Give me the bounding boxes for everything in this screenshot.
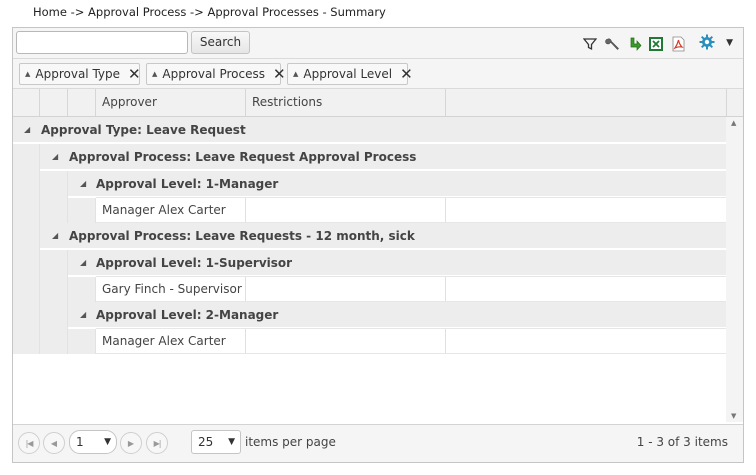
page-number-select[interactable]: 1 ▼: [69, 430, 117, 454]
page-size-value: 25: [198, 435, 214, 449]
collapse-toggle-icon[interactable]: ◢: [52, 223, 58, 249]
previous-page-icon: ◀: [50, 438, 58, 448]
grid-frame: Search ▼ ▲ Approval Type ✕ ▲ Approval Pr…: [12, 27, 744, 463]
sort-asc-icon[interactable]: ▲: [293, 70, 298, 78]
group-indent: [68, 277, 96, 302]
previous-page-button[interactable]: ◀: [43, 432, 65, 454]
group-chip-label: Approval Type: [35, 67, 121, 81]
next-page-icon: ▶: [127, 438, 135, 448]
first-page-icon: |◀: [25, 438, 34, 448]
group-indent-header: [68, 89, 96, 116]
group-row-approval-level: ◢ Approval Level: 2-Manager: [68, 302, 726, 328]
last-page-button[interactable]: ▶|: [146, 432, 168, 454]
sort-asc-icon[interactable]: ▲: [152, 70, 157, 78]
page-size-select[interactable]: 25 ▼: [191, 430, 241, 454]
pager-info: 1 - 3 of 3 items: [636, 435, 728, 449]
group-row-label: Approval Type: Leave Request: [41, 123, 246, 137]
group-indent: [40, 250, 68, 354]
group-row-approval-type: ◢ Approval Type: Leave Request: [13, 117, 726, 143]
group-row-approval-process: ◢ Approval Process: Leave Requests - 12 …: [40, 223, 726, 249]
restrictions-cell: [246, 277, 446, 301]
group-row-label: Approval Process: Leave Request Approval…: [69, 150, 417, 164]
approver-cell: Gary Finch - Supervisor: [96, 277, 246, 301]
gear-icon: [699, 34, 715, 53]
group-chip-label: Approval Level: [303, 67, 393, 81]
excel-export-icon[interactable]: [647, 35, 665, 53]
group-by-bar: ▲ Approval Type ✕ ▲ Approval Process ✕ ▲…: [13, 59, 743, 89]
pdf-export-icon[interactable]: [669, 35, 687, 53]
collapse-toggle-icon[interactable]: ◢: [52, 144, 58, 170]
table-row[interactable]: Manager Alex Carter: [96, 197, 726, 223]
group-row-approval-level: ◢ Approval Level: 1-Manager: [68, 171, 726, 197]
collapse-toggle-icon[interactable]: ◢: [24, 117, 30, 143]
group-row-approval-level: ◢ Approval Level: 1-Supervisor: [68, 250, 726, 276]
column-header-empty: [446, 89, 727, 116]
chevron-down-icon: ▼: [228, 437, 235, 447]
group-indent: [68, 198, 96, 223]
items-per-page-label: items per page: [245, 435, 336, 449]
close-icon[interactable]: ✕: [400, 66, 413, 82]
column-header-approver[interactable]: Approver: [96, 89, 246, 116]
scroll-down-icon[interactable]: ▼: [731, 412, 736, 420]
vertical-scrollbar[interactable]: ▲ ▼: [726, 117, 743, 422]
approver-cell: Manager Alex Carter: [96, 198, 246, 222]
group-chip-label: Approval Process: [162, 67, 265, 81]
group-row-label: Approval Level: 1-Manager: [96, 177, 279, 191]
grid-header: Approver Restrictions: [13, 89, 743, 117]
column-header-restrictions[interactable]: Restrictions: [246, 89, 446, 116]
filter-icon[interactable]: [581, 35, 599, 53]
chevron-down-icon: ▼: [726, 38, 733, 48]
sort-asc-icon[interactable]: ▲: [25, 70, 30, 78]
grid-toolbar: Search ▼: [13, 28, 743, 59]
group-chip-approval-level[interactable]: ▲ Approval Level ✕: [287, 63, 413, 85]
collapse-toggle-icon[interactable]: ◢: [80, 171, 86, 197]
page-number-value: 1: [76, 435, 84, 449]
refresh-icon[interactable]: [625, 35, 643, 53]
table-row[interactable]: Gary Finch - Supervisor: [96, 276, 726, 302]
close-icon[interactable]: ✕: [273, 66, 286, 82]
close-icon[interactable]: ✕: [128, 66, 141, 82]
last-page-icon: ▶|: [153, 438, 162, 448]
search-input[interactable]: [16, 31, 188, 54]
group-indent: [40, 171, 68, 223]
grid-body: ◢ Approval Type: Leave Request ◢ Approva…: [13, 117, 726, 422]
chevron-down-icon: ▼: [104, 437, 111, 447]
settings-dropdown[interactable]: ▼: [695, 32, 737, 54]
approver-cell: Manager Alex Carter: [96, 329, 246, 353]
search-button[interactable]: Search: [191, 31, 250, 54]
collapse-toggle-icon[interactable]: ◢: [80, 302, 86, 328]
group-row-label: Approval Level: 2-Manager: [96, 308, 279, 322]
group-indent-header: [13, 89, 40, 116]
restrictions-cell: [246, 329, 446, 353]
collapse-toggle-icon[interactable]: ◢: [80, 250, 86, 276]
group-chip-approval-type[interactable]: ▲ Approval Type ✕: [19, 63, 141, 85]
pager: |◀ ◀ 1 ▼ ▶ ▶| 25 ▼ items per page 1 - 3 …: [13, 424, 743, 462]
first-page-button[interactable]: |◀: [18, 432, 40, 454]
next-page-button[interactable]: ▶: [120, 432, 142, 454]
group-row-label: Approval Level: 1-Supervisor: [96, 256, 293, 270]
table-row[interactable]: Manager Alex Carter: [96, 328, 726, 354]
breadcrumb: Home -> Approval Process -> Approval Pro…: [33, 5, 386, 19]
group-indent: [68, 329, 96, 354]
group-indent: [13, 144, 40, 354]
scroll-up-icon[interactable]: ▲: [731, 119, 736, 127]
group-row-label: Approval Process: Leave Requests - 12 mo…: [69, 229, 415, 243]
group-row-approval-process: ◢ Approval Process: Leave Request Approv…: [40, 144, 726, 170]
wrench-icon[interactable]: [603, 35, 621, 53]
group-chip-approval-process[interactable]: ▲ Approval Process ✕: [146, 63, 286, 85]
restrictions-cell: [246, 198, 446, 222]
group-indent-header: [40, 89, 68, 116]
